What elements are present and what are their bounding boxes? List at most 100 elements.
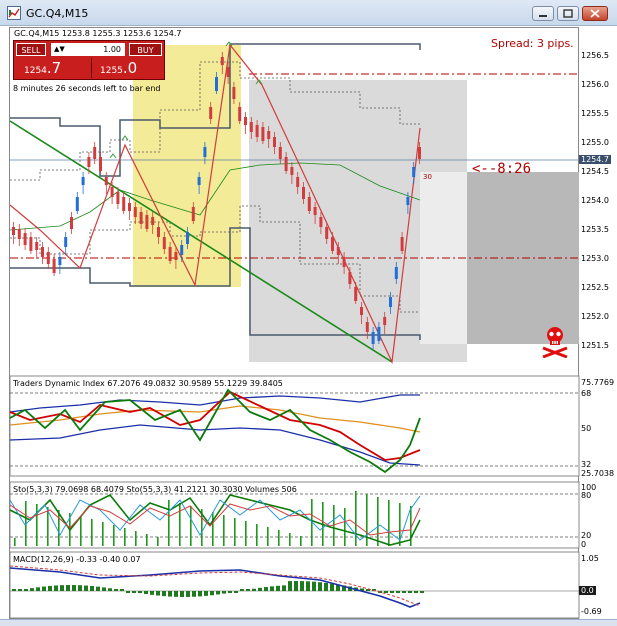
volume-bar (234, 518, 236, 546)
price-tick: 1256.5 (581, 51, 609, 60)
macd-histogram-bar (96, 586, 100, 591)
macd-histogram-bar (36, 587, 40, 591)
tdi-scale-tick: 75.7769 (581, 378, 615, 387)
macd-histogram-bar (264, 587, 268, 591)
candle-body (180, 245, 184, 255)
candle-body (99, 157, 102, 171)
macd-histogram-bar (240, 589, 244, 591)
candle-body (389, 297, 392, 307)
candle-body (284, 157, 288, 171)
tdi-label: Traders Dynamic Index 67.2076 49.0832 30… (13, 379, 283, 388)
candle-body (255, 125, 259, 137)
candle-body (331, 237, 334, 251)
price-tick: 1252.0 (581, 312, 609, 321)
candle-body (186, 232, 189, 244)
candle-body (383, 317, 387, 325)
candle-body (29, 237, 33, 251)
volume-bar (267, 527, 269, 546)
volume-bar (256, 524, 258, 546)
macd-histogram-bar (312, 581, 316, 591)
lot-spinner-icon[interactable]: ▲▼ (54, 43, 65, 56)
candle-body (110, 187, 114, 197)
macd-histogram-bar (258, 587, 262, 591)
current-price-marker: 1254.7 (579, 155, 611, 164)
lot-size-input[interactable]: ▲▼ 1.00 (51, 43, 125, 56)
candle-body (122, 197, 126, 211)
bar-end-countdown: 8 minutes 26 seconds left to bar end (13, 84, 161, 93)
buy-price-prefix: 1255 (100, 66, 123, 76)
candle-body (151, 217, 155, 225)
candle-body (46, 252, 50, 264)
macd-histogram-bar (144, 591, 148, 595)
candle-body (81, 177, 85, 185)
price-tick: 1254.5 (581, 167, 609, 176)
macd-histogram-bar (330, 583, 334, 591)
skull-crossbones-icon (542, 327, 568, 358)
buy-button[interactable]: BUY (129, 43, 162, 56)
candle-body (273, 137, 276, 147)
macd-histogram-bar (120, 589, 124, 591)
macd-histogram-bar (300, 581, 304, 591)
candle-body (261, 127, 265, 141)
price-tick: 1255.0 (581, 138, 609, 147)
candle-body (70, 217, 73, 229)
candle-body (377, 327, 381, 341)
candle-body (174, 252, 178, 260)
candle-body (418, 147, 421, 159)
candle-body (319, 217, 323, 227)
volume-bar (124, 528, 126, 546)
sell-price[interactable]: 1254.7 (16, 58, 88, 78)
macd-histogram-bar (288, 581, 292, 591)
macd-histogram-bar (48, 585, 52, 591)
chart-canvas[interactable] (0, 0, 617, 625)
macd-histogram-bar (30, 588, 34, 591)
macd-histogram-bar (162, 591, 166, 597)
candle-body (168, 247, 172, 261)
macd-scale-tick: 1.05 (581, 554, 599, 563)
terminal-window: GC.Q4,M15 SELL ▲▼ 1.00 BUY 1254.7 1255.0… (0, 0, 617, 626)
macd-histogram-bar (132, 591, 136, 593)
candle-body (41, 247, 44, 257)
candle-body (302, 187, 305, 199)
macd-histogram-bar (234, 591, 238, 593)
volume-bar (300, 536, 302, 546)
candle-body (157, 227, 160, 237)
macd-histogram-bar (168, 591, 172, 597)
macd-histogram-bar (216, 591, 220, 595)
macd-histogram-bar (204, 591, 208, 596)
candle-body (116, 192, 120, 204)
candle-count-label: 30 (423, 173, 432, 181)
candle-body (365, 322, 369, 332)
candle-body (400, 237, 404, 251)
volume-bar (278, 530, 280, 546)
macd-histogram-bar (180, 591, 184, 597)
macd-zero-marker: 0.0 (579, 586, 596, 595)
buy-price[interactable]: 1255.0 (91, 58, 163, 78)
volume-bar (245, 521, 247, 546)
volume-bar (135, 531, 137, 546)
macd-histogram-bar (420, 591, 424, 593)
candle-body (128, 203, 131, 211)
candle-body (133, 207, 137, 217)
stochastic-scale-tick: 0 (581, 540, 587, 549)
volume-bar (80, 516, 82, 546)
candle-body (139, 212, 143, 224)
macd-histogram-bar (150, 591, 154, 595)
candle-body (12, 227, 15, 235)
volume-bar (377, 497, 379, 546)
volume-bar (388, 500, 390, 546)
candle-body (52, 259, 56, 273)
macd-histogram-bar (198, 591, 202, 597)
candle-body (307, 197, 311, 211)
price-tick: 1251.5 (581, 341, 609, 350)
macd-histogram-bar (90, 586, 94, 591)
macd-histogram-bar (318, 582, 322, 591)
sell-button[interactable]: SELL (16, 43, 46, 56)
candle-body (203, 147, 207, 157)
stochastic-label: Sto(5,3,3) 79.0698 68.4079 Sto(55,3,3) 4… (13, 485, 297, 494)
one-click-trading-panel: SELL ▲▼ 1.00 BUY 1254.7 1255.0 (13, 40, 165, 80)
volume-bar (344, 508, 346, 546)
macd-histogram-bar (186, 591, 190, 597)
volume-bar (355, 491, 357, 546)
candle-body (325, 227, 329, 239)
